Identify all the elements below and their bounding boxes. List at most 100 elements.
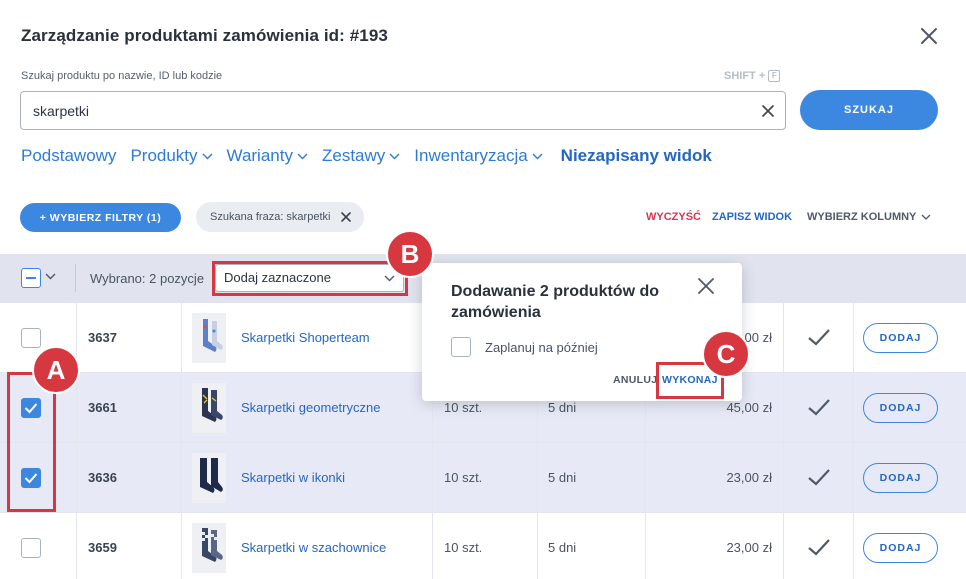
column-divider [853,443,854,513]
product-id: 3661 [88,400,117,415]
search-label: Szukaj produktu po nazwie, ID lub kodzie [21,70,223,82]
tab-unsaved-view[interactable]: Niezapisany widok [561,146,712,166]
product-name-link[interactable]: Skarpetki Shoperteam [241,330,370,345]
check-icon [808,469,830,486]
column-divider [645,443,646,513]
annotation-badge-c: C [702,330,750,378]
column-divider [76,373,77,443]
column-divider [432,443,433,513]
column-divider [181,303,182,373]
column-divider [181,513,182,579]
cancel-button[interactable]: ANULUJ [613,374,657,386]
add-product-button[interactable]: DODAJ [863,533,938,563]
product-name-link[interactable]: Skarpetki w szachownice [241,540,386,555]
selected-count: Wybrano: 2 pozycje [90,271,205,286]
add-product-button[interactable]: DODAJ [863,323,938,353]
product-price: 45,00 zł [726,400,772,415]
annotation-highlight-b [212,261,408,296]
tab-label: Podstawowy [21,146,117,165]
view-tabs: Podstawowy Produkty Warianty Zestawy Inw… [21,146,726,166]
row-checkbox[interactable] [21,538,41,558]
tab-warianty[interactable]: Warianty [227,146,308,166]
column-divider [783,513,784,579]
product-name-link[interactable]: Skarpetki geometryczne [241,400,380,415]
check-icon [808,329,830,346]
product-thumbnail [192,383,226,433]
tab-podstawowy[interactable]: Podstawowy [21,146,116,166]
product-delivery-time: 5 dni [548,400,577,415]
tab-produkty[interactable]: Produkty [130,146,213,166]
shortcut-text: SHIFT + [724,70,766,82]
shortcut-key: F [768,70,781,82]
save-view-link[interactable]: ZAPISZ WIDOK [712,211,792,223]
close-icon[interactable] [915,22,943,50]
divider [75,264,76,292]
tab-label: Produkty [130,146,198,165]
check-icon [808,399,830,416]
column-divider [181,443,182,513]
product-id: 3636 [88,470,117,485]
product-name-link[interactable]: Skarpetki w ikonki [241,470,345,485]
page-title: Zarządzanie produktami zamówienia id: #1… [21,26,388,45]
chevron-down-icon [297,153,308,159]
remove-chip-icon[interactable] [340,211,352,223]
column-divider [783,303,784,373]
column-divider [76,443,77,513]
annotation-badge-b: B [386,230,434,278]
table-row: 3636 Skarpetki w ikonki 10 szt. 5 dni 23… [0,443,966,513]
product-quantity: 10 szt. [444,470,483,485]
column-divider [645,513,646,579]
clear-filters-link[interactable]: WYCZYŚĆ [646,211,701,223]
table-row: 3659 Skarpetki w szachownice 10 szt. 5 d… [0,513,966,579]
chevron-down-icon [202,153,213,159]
chevron-down-icon [921,214,931,220]
row-checkbox[interactable] [21,328,41,348]
clear-search-icon[interactable] [760,103,776,119]
tab-inwentaryzacja[interactable]: Inwentaryzacja [414,146,543,166]
product-quantity: 10 szt. [444,400,483,415]
column-divider [181,373,182,443]
product-id: 3659 [88,540,117,555]
column-divider [432,513,433,579]
search-phrase-chip: Szukana fraza: skarpetki [196,202,365,232]
choose-filters-button[interactable]: + WYBIERZ FILTRY (1) [20,203,181,232]
column-divider [537,513,538,579]
popover-title: Dodawanie 2 produktów do zamówienia [451,283,660,321]
select-all-checkbox[interactable] [21,268,41,288]
column-divider [783,373,784,443]
tab-label: Inwentaryzacja [414,146,528,165]
column-divider [853,303,854,373]
tab-label: Niezapisany widok [560,146,712,165]
column-divider [76,513,77,579]
column-divider [853,513,854,579]
search-button[interactable]: SZUKAJ [800,90,938,130]
search-input[interactable] [20,91,786,130]
chip-label: Szukana fraza: skarpetki [210,211,331,223]
product-delivery-time: 5 dni [548,470,577,485]
product-price: 23,00 zł [726,540,772,555]
product-delivery-time: 5 dni [548,540,577,555]
chevron-down-icon[interactable] [45,273,56,280]
tab-label: Zestawy [321,146,386,165]
choose-columns-label: WYBIERZ KOLUMNY [807,211,917,223]
column-divider [783,443,784,513]
add-product-button[interactable]: DODAJ [863,463,938,493]
schedule-later-label: Zaplanuj na później [485,340,598,355]
column-divider [537,443,538,513]
product-thumbnail [192,313,226,363]
product-quantity: 10 szt. [444,540,483,555]
product-thumbnail [192,453,226,503]
product-thumbnail [192,523,226,573]
close-icon[interactable] [696,276,716,296]
chevron-down-icon [389,153,400,159]
column-divider [853,373,854,443]
annotation-badge-a: A [32,346,80,394]
product-price: 23,00 zł [726,470,772,485]
keyboard-shortcut-hint: SHIFT + F [724,70,781,82]
product-id: 3637 [88,330,117,345]
check-icon [808,539,830,556]
choose-columns-link[interactable]: WYBIERZ KOLUMNY [807,211,931,223]
tab-zestawy[interactable]: Zestawy [322,146,400,166]
add-product-button[interactable]: DODAJ [863,393,938,423]
schedule-later-checkbox[interactable] [451,337,471,357]
